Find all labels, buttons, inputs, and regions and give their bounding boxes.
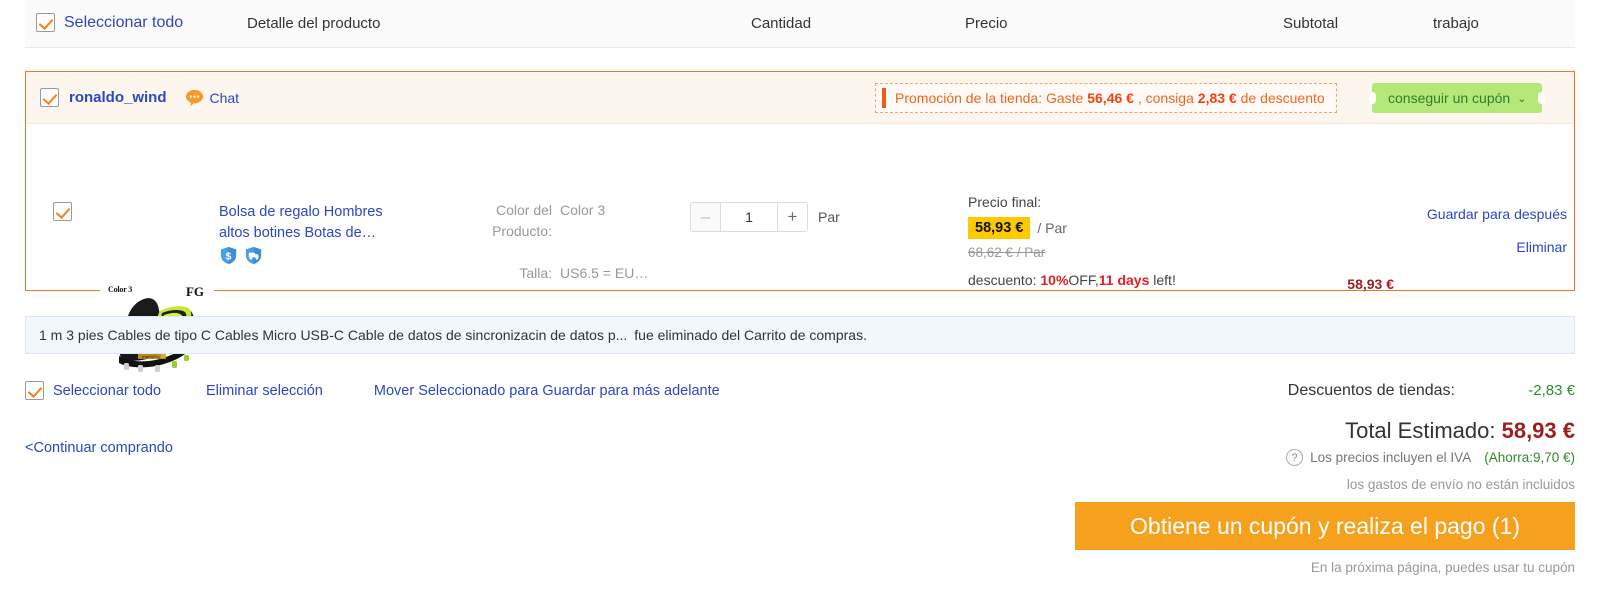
chat-label: Chat (209, 89, 240, 106)
select-all-checkbox-bottom[interactable] (25, 381, 44, 400)
help-question-icon[interactable]: ? (1286, 449, 1304, 466)
discount-percent: 10% (1040, 272, 1069, 288)
product-badges: $ (219, 246, 263, 265)
store-promotion-banner: Promoción de la tienda: Gaste 56,46 € , … (875, 83, 1337, 113)
item-select-checkbox[interactable] (53, 202, 72, 221)
promo-accent-bar (882, 88, 886, 108)
final-price-label: Precio final: (968, 194, 1042, 210)
vat-note-text: Los precios incluyen el IVA (1310, 450, 1472, 465)
item-subtotal: 58,93 € (1347, 276, 1394, 292)
chat-bubble-icon (185, 89, 203, 107)
estimated-total-label: Total Estimado: (1345, 418, 1502, 443)
quantity-unit-label: Par (818, 209, 840, 225)
product-title-link[interactable]: Bolsa de regalo Hombres altos botines Bo… (219, 202, 401, 244)
select-all-checkbox-top[interactable] (36, 13, 55, 32)
column-header-quantity: Cantidad (751, 15, 812, 32)
svg-text:$: $ (226, 251, 232, 262)
column-header-detail: Detalle del producto (247, 15, 381, 32)
delete-selection-link[interactable]: Eliminar selección (206, 383, 323, 399)
discount-label: descuento: (968, 272, 1041, 288)
select-all-label-top: Seleccionar todo (64, 13, 184, 31)
header-select-all[interactable]: Seleccionar todo (36, 13, 183, 32)
move-to-saved-link[interactable]: Mover Seleccionado para Guardar para más… (374, 383, 720, 399)
item-removed-notice: 1 m 3 pies Cables de tipo C Cables Micro… (25, 316, 1575, 354)
store-discount-label: Descuentos de tiendas: (1287, 382, 1455, 399)
current-price-unit: / Par (1037, 220, 1067, 236)
quantity-stepper[interactable]: – 1 + Par (690, 202, 840, 232)
store-discount-value: -2,83 € (1528, 382, 1575, 399)
vat-note-row: ? Los precios incluyen el IVA (Ahorra:9,… (875, 449, 1575, 466)
chat-button[interactable]: Chat (185, 88, 240, 107)
coupon-notch-right (1538, 92, 1546, 104)
cart-table-header: Seleccionar todo Detalle del producto Ca… (25, 0, 1575, 48)
column-header-price: Precio (965, 15, 1008, 32)
quantity-decrease-button[interactable]: – (691, 203, 721, 231)
promo-suffix: de descuento (1236, 90, 1325, 106)
discount-off-text: OFF, (1068, 272, 1099, 288)
column-header-action: trabajo (1433, 15, 1479, 32)
shield-dollar-icon: $ (220, 246, 237, 265)
save-for-later-link[interactable]: Guardar para después (1367, 206, 1567, 222)
discount-line: descuento: 10%OFF,11 days left! (968, 272, 1268, 288)
original-price: 68,62 € / Par (968, 245, 1046, 260)
promo-prefix: Promoción de la tienda: Gaste (895, 90, 1088, 106)
store-header-bar: ronaldo_wind Chat Promoción de la tienda… (26, 72, 1574, 124)
vat-saving-amount: (Ahorra:9,70 €) (1484, 450, 1575, 465)
shopping-cart-page: Seleccionar todo Detalle del producto Ca… (0, 0, 1600, 616)
discount-left-text: left! (1149, 272, 1176, 288)
promo-spend-amount: 56,46 € (1087, 90, 1134, 106)
shield-shipping-icon (245, 246, 262, 265)
store-identity: ronaldo_wind Chat (40, 88, 239, 107)
store-item-card: ronaldo_wind Chat Promoción de la tienda… (25, 71, 1575, 377)
discount-days-left: 11 days (1098, 272, 1150, 288)
current-price: 58,93 € (968, 217, 1031, 239)
estimated-total-value: 58,93 € (1501, 418, 1575, 443)
thumbnail-color-tag: Color 3 (108, 285, 133, 294)
get-coupon-label: conseguir un cupón (1388, 90, 1511, 106)
checkout-note: En la próxima página, puedes usar tu cup… (1310, 560, 1575, 575)
promo-text: Promoción de la tienda: Gaste 56,46 € , … (895, 90, 1325, 106)
thumbnail-fg-tag: FG (185, 284, 204, 299)
svg-text:mercurial: mercurial (142, 355, 161, 360)
chevron-down-icon: ⌄ (1517, 92, 1527, 105)
coupon-notch-left (1369, 92, 1376, 104)
quantity-input[interactable]: 1 (721, 203, 777, 231)
store-name-link[interactable]: ronaldo_wind (69, 89, 167, 106)
item-actions: Guardar para después Eliminar (1367, 206, 1567, 255)
remove-item-link[interactable]: Eliminar (1367, 239, 1567, 255)
shipping-note: los gastos de envío no están incluidos (1346, 477, 1575, 492)
product-attributes: Color del Producto: Color 3 Talla: US6.5… (466, 200, 656, 284)
cart-item-row: mercurial Color 3 FG Bolsa de regalo Hom… (26, 124, 1574, 377)
removed-notice-message: fue eliminado del Carrito de compras. (634, 327, 867, 343)
attribute-size-key: Talla: (519, 265, 552, 281)
removed-product-name: 1 m 3 pies Cables de tipo C Cables Micro… (39, 327, 628, 343)
price-column: Precio final: 58,93 € / Par 68,62 € / Pa… (968, 194, 1268, 288)
select-all-label-bottom: Seleccionar todo (53, 382, 162, 399)
quantity-increase-button[interactable]: + (777, 203, 807, 231)
get-coupon-button[interactable]: conseguir un cupón ⌄ (1369, 83, 1546, 113)
store-select-checkbox[interactable] (40, 88, 59, 107)
promo-discount-amount: 2,83 € (1197, 90, 1237, 106)
store-discount-row: Descuentos de tiendas: -2,83 € (1035, 382, 1575, 400)
estimated-total-row: Total Estimado: 58,93 € (875, 418, 1575, 444)
checkout-button[interactable]: Obtiene un cupón y realiza el pago (1) (1075, 502, 1575, 550)
column-header-subtotal: Subtotal (1283, 15, 1339, 32)
select-all-bottom[interactable]: Seleccionar todo (25, 381, 161, 400)
bulk-actions-bar: Seleccionar todo Eliminar selección Move… (25, 381, 720, 400)
promo-middle: , consiga (1133, 90, 1198, 106)
attribute-size-value: US6.5 = EU… (560, 265, 649, 281)
continue-shopping-link[interactable]: <Continuar comprando (25, 440, 173, 456)
attribute-size: Talla: US6.5 = EU… (466, 221, 656, 284)
